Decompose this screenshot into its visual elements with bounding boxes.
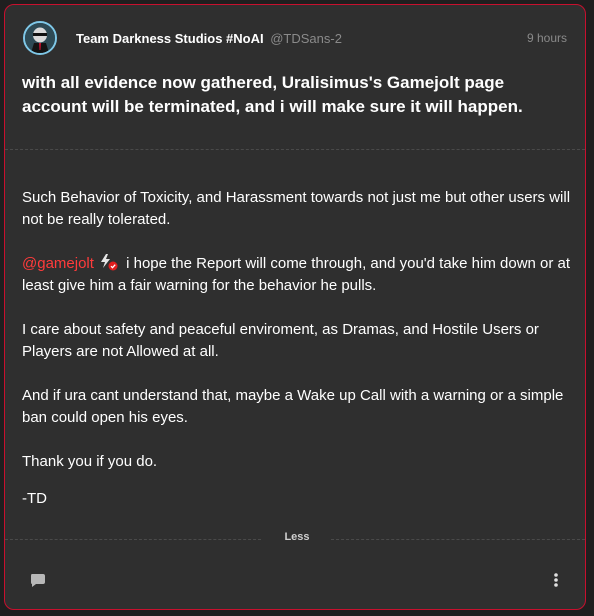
divider [5, 539, 261, 540]
post-header: Team Darkness Studios #NoAI @TDSans-2 9 … [23, 21, 567, 57]
post-time[interactable]: 9 hours [527, 31, 567, 45]
author-handle[interactable]: @TDSans-2 [270, 31, 342, 46]
paragraph-spacer [22, 297, 576, 319]
paragraph: Thank you if you do. [22, 453, 158, 470]
signature: -TD [22, 490, 47, 507]
author-avatar[interactable] [23, 21, 57, 55]
divider [331, 539, 585, 540]
post-card: Team Darkness Studios #NoAI @TDSans-2 9 … [4, 4, 586, 610]
comment-icon[interactable] [29, 571, 47, 589]
post-lead: with all evidence now gathered, Uralisim… [22, 73, 523, 116]
paragraph: And if ura cant understand that, maybe a… [22, 387, 564, 426]
paragraph-spacer [22, 363, 576, 385]
mention-paragraph: @gamejolt i hope the Report will come th… [22, 253, 576, 297]
author-line: Team Darkness Studios #NoAI @TDSans-2 [76, 31, 342, 46]
less-button[interactable]: Less [269, 531, 325, 543]
paragraph: Such Behavior of Toxicity, and Harassmen… [22, 189, 571, 228]
more-vertical-icon[interactable] [551, 571, 561, 589]
paragraph-spacer [22, 473, 576, 488]
author-name[interactable]: Team Darkness Studios #NoAI [76, 31, 264, 46]
paragraph-spacer [22, 429, 576, 451]
avatar-image [25, 23, 55, 53]
lightning-badge-icon [98, 253, 120, 271]
mention-link[interactable]: @gamejolt [22, 255, 94, 272]
less-row: Less [5, 529, 585, 549]
paragraph-spacer [22, 231, 576, 253]
divider [5, 149, 585, 150]
post-body: Such Behavior of Toxicity, and Harassmen… [22, 187, 576, 510]
paragraph: I care about safety and peaceful envirom… [22, 321, 539, 360]
